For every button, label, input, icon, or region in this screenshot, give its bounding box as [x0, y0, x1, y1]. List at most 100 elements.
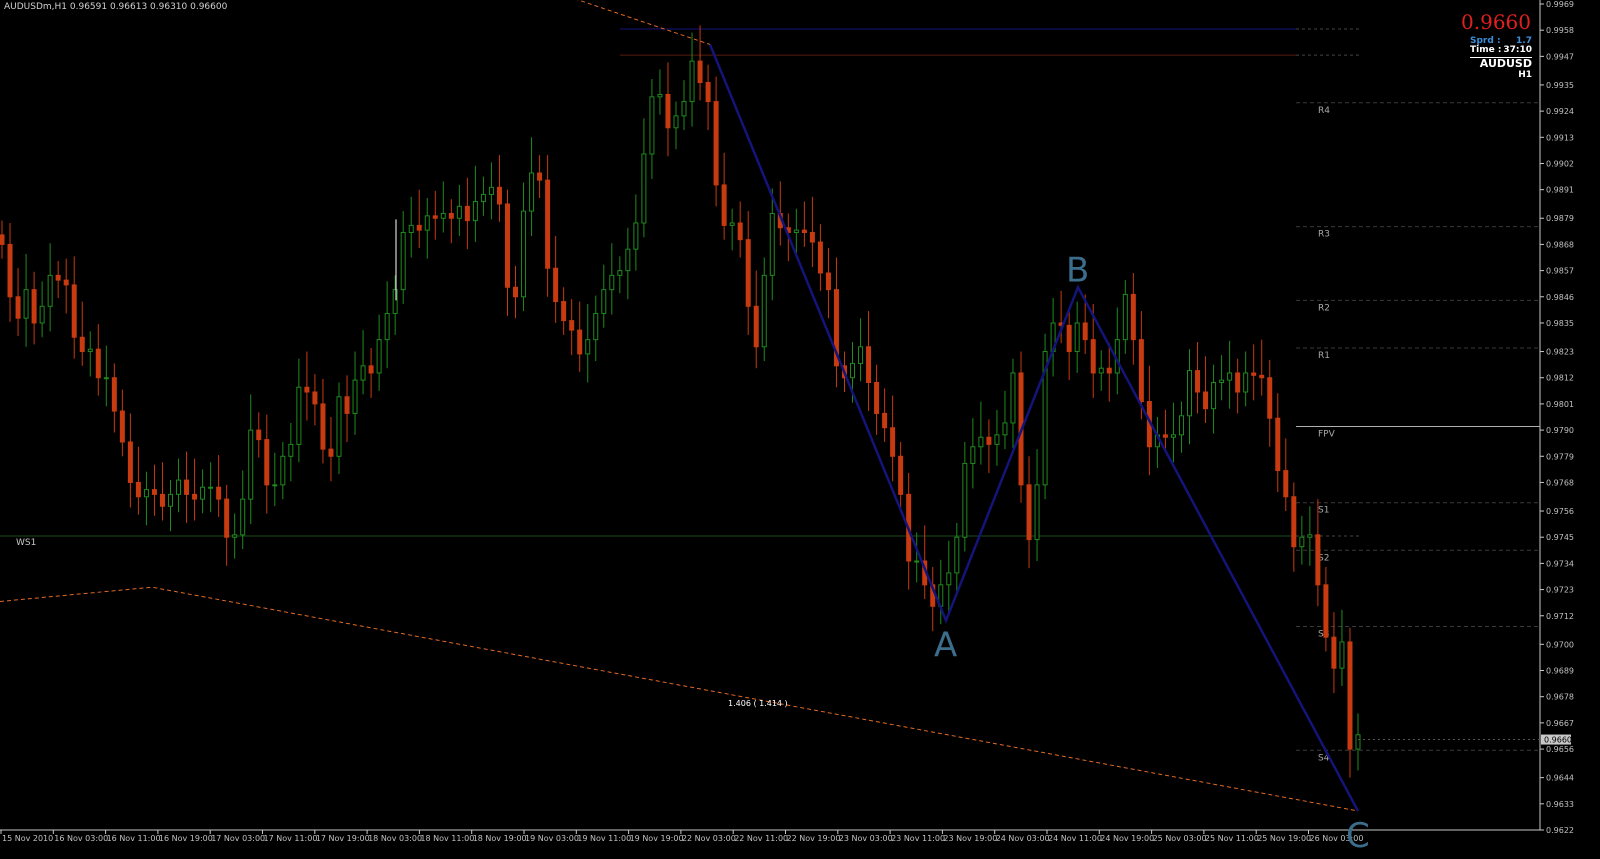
candle-body — [737, 222, 743, 241]
candle-body — [1203, 391, 1209, 410]
candle-body — [472, 201, 478, 222]
candle-body — [1098, 367, 1104, 374]
chart-header: AUDUSDm,H1 0.96591 0.96613 0.96310 0.966… — [4, 2, 228, 12]
candle-body — [79, 336, 85, 353]
candle-body — [1315, 534, 1321, 586]
candle-body — [360, 365, 366, 381]
time-tick-label: 17 Nov 03:00 — [211, 834, 265, 843]
candle-body — [545, 179, 551, 269]
candle-body — [159, 493, 165, 507]
current-price-tag-label: 0.9660 — [1544, 736, 1572, 745]
current-price-display: 0.9660 — [1461, 10, 1531, 34]
price-tick-label: 0.9924 — [1546, 107, 1574, 116]
price-tick-label: 0.9790 — [1546, 426, 1574, 435]
price-tick-label: 0.9958 — [1546, 26, 1574, 35]
price-tick-label: 0.9689 — [1546, 667, 1574, 676]
price-tick-label: 0.9969 — [1546, 0, 1574, 9]
time-value: 37:10 — [1503, 45, 1532, 55]
candle-body — [858, 346, 864, 364]
candle-body — [954, 536, 960, 574]
price-tick-label: 0.9857 — [1546, 267, 1574, 276]
zigzag-label-b: B — [1066, 250, 1089, 290]
candle-body — [504, 203, 510, 288]
candle-body — [1299, 536, 1305, 548]
projection-ratio-label: 1.406 ( 1.414 ) — [728, 699, 788, 708]
time-tick-label: 19 Nov 03:00 — [525, 834, 579, 843]
candle-body — [617, 270, 623, 276]
candle-body — [47, 274, 53, 307]
price-tick-label: 0.9678 — [1546, 693, 1574, 702]
candle-body — [0, 234, 5, 245]
price-tick-label: 0.9768 — [1546, 478, 1574, 487]
candle-body — [1066, 324, 1072, 353]
candle-body — [111, 377, 117, 412]
candle-body — [1106, 367, 1112, 374]
candle-body — [1307, 534, 1313, 538]
time-tick-label: 16 Nov 19:00 — [159, 834, 213, 843]
time-tick-label: 23 Nov 19:00 — [943, 834, 997, 843]
price-tick-label: 0.9868 — [1546, 240, 1574, 249]
price-tick-label: 0.9823 — [1546, 348, 1574, 357]
candle-body — [569, 320, 575, 331]
candle-body — [1275, 417, 1281, 472]
time-tick-label: 25 Nov 19:00 — [1257, 834, 1311, 843]
time-tick-label: 17 Nov 19:00 — [316, 834, 370, 843]
time-tick-label: 18 Nov 03:00 — [368, 834, 422, 843]
candle-body — [352, 379, 358, 414]
candle-body — [1187, 370, 1193, 417]
price-tick-label: 0.9745 — [1546, 533, 1574, 542]
candle-body — [1138, 339, 1144, 403]
candle-body — [408, 224, 414, 234]
price-tick-label: 0.9756 — [1546, 507, 1574, 516]
candle-body — [850, 362, 856, 379]
candle-body — [689, 60, 695, 103]
price-tick-label: 0.9644 — [1546, 774, 1574, 783]
candle-body — [1283, 470, 1289, 498]
candle-body — [71, 284, 77, 338]
candle-body — [673, 115, 679, 129]
candle-body — [1339, 641, 1345, 669]
candle-body — [1178, 415, 1184, 436]
candle-body — [200, 486, 206, 500]
candle-body — [1347, 641, 1353, 750]
time-tick-label: 16 Nov 03:00 — [54, 834, 108, 843]
time-tick-label: 19 Nov 19:00 — [630, 834, 684, 843]
candle-body — [625, 248, 631, 272]
candle-body — [1034, 484, 1040, 541]
candle-body — [23, 289, 29, 319]
pivot-label-fpv: FPV — [1318, 430, 1336, 440]
candle-body — [970, 446, 976, 464]
candle-body — [1130, 293, 1136, 341]
price-tick-label: 0.9835 — [1546, 319, 1574, 328]
candle-body — [328, 448, 334, 457]
price-tick-label: 0.9891 — [1546, 186, 1574, 195]
candle-body — [31, 289, 37, 324]
candle-body — [609, 274, 615, 291]
candle-body — [1323, 584, 1329, 638]
symbol-label: AUDUSD — [1470, 57, 1532, 70]
time-tick-label: 16 Nov 11:00 — [107, 834, 161, 843]
candle-body — [151, 489, 157, 495]
candle-body — [119, 410, 125, 443]
time-tick-label: 24 Nov 11:00 — [1048, 834, 1102, 843]
candle-body — [753, 305, 759, 348]
candle-body — [344, 396, 350, 414]
candle-body — [729, 222, 735, 226]
pivot-label-r4: R4 — [1318, 106, 1330, 116]
info-panel: Sprd : 1.7 Time : 37:10 AUDUSD H1 — [1470, 37, 1532, 81]
candle-body — [529, 172, 535, 212]
candle-body — [248, 429, 254, 500]
price-chart[interactable]: 0.9969 0.9958 0.9947 0.9935 0.9924 0.9913 0.99… — [0, 0, 1600, 859]
candle-body — [1026, 484, 1032, 541]
candle-body — [697, 60, 703, 84]
candle-body — [103, 377, 109, 380]
time-tick-label: 24 Nov 19:00 — [1100, 834, 1154, 843]
price-tick-label: 0.9622 — [1546, 826, 1574, 835]
time-tick-label: 17 Nov 11:00 — [264, 834, 318, 843]
price-tick-label: 0.9935 — [1546, 81, 1574, 90]
candle-body — [713, 101, 719, 186]
candle-body — [176, 479, 182, 495]
chart-background — [0, 0, 1600, 859]
time-tick-label: 22 Nov 11:00 — [734, 834, 788, 843]
candle-body — [521, 210, 527, 298]
